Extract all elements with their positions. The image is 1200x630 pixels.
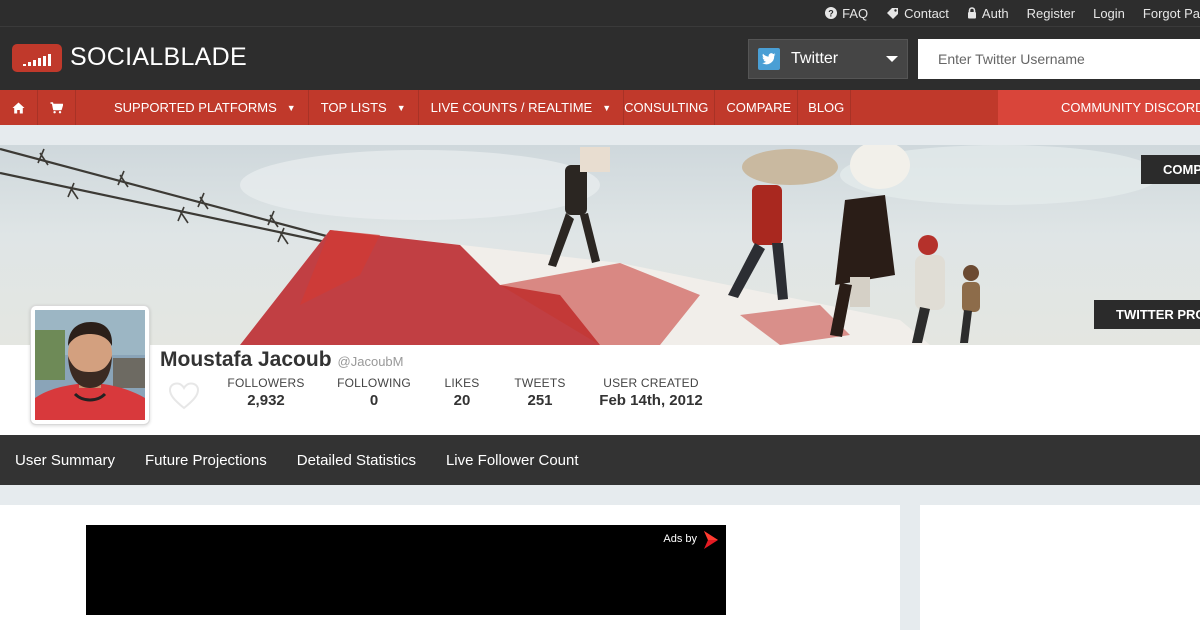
faq-label: FAQ bbox=[842, 5, 869, 21]
stat-following: FOLLOWING 0 bbox=[334, 376, 414, 409]
socialblade-logo[interactable]: SOCIALBLADE bbox=[12, 43, 247, 72]
compare-button[interactable]: COMPA bbox=[1141, 155, 1200, 184]
stat-label: FOLLOWERS bbox=[227, 376, 305, 390]
utility-links: ? FAQ Contact Auth Register Login Forgot… bbox=[825, 0, 1200, 26]
avatar-photo bbox=[35, 310, 145, 420]
stat-label: USER CREATED bbox=[603, 376, 699, 390]
auth-link[interactable]: Auth bbox=[967, 6, 1009, 21]
cart-icon bbox=[50, 101, 63, 113]
heart-icon[interactable] bbox=[168, 382, 200, 410]
tab-live-follower-count[interactable]: Live Follower Count bbox=[446, 452, 579, 469]
stat-likes: LIKES 20 bbox=[440, 376, 484, 409]
username-search-input[interactable] bbox=[918, 39, 1200, 79]
tab-future-projections[interactable]: Future Projections bbox=[145, 452, 267, 469]
tab-detailed-statistics[interactable]: Detailed Statistics bbox=[297, 452, 416, 469]
twitter-profile-button[interactable]: TWITTER PROF bbox=[1094, 300, 1200, 329]
forgot-password-link[interactable]: Forgot Pa bbox=[1143, 6, 1200, 21]
auth-label: Auth bbox=[981, 5, 1009, 21]
question-icon: ? bbox=[825, 7, 838, 19]
stat-label: TWEETS bbox=[514, 376, 566, 390]
stat-label: LIKES bbox=[444, 376, 480, 390]
twitter-icon bbox=[758, 48, 780, 70]
profile-handle[interactable]: @JacoubM bbox=[338, 354, 404, 369]
profile-name: Moustafa Jacoub bbox=[160, 348, 332, 371]
chevron-down-icon bbox=[886, 56, 898, 62]
nav-compare[interactable]: COMPARE bbox=[715, 90, 799, 125]
nav-live-counts-label: LIVE COUNTS / REALTIME bbox=[430, 100, 593, 115]
tab-user-summary[interactable]: User Summary bbox=[15, 452, 115, 469]
home-icon bbox=[12, 102, 25, 113]
site-header: SOCIALBLADE Twitter bbox=[0, 26, 1200, 90]
stat-label: FOLLOWING bbox=[337, 376, 411, 390]
profile-name-row: Moustafa Jacoub @JacoubM bbox=[160, 348, 403, 372]
ad-banner[interactable]: Ads by bbox=[86, 525, 726, 615]
nav-store[interactable] bbox=[38, 90, 76, 125]
avatar bbox=[30, 305, 150, 425]
stat-value: 0 bbox=[369, 392, 379, 409]
register-link[interactable]: Register bbox=[1027, 6, 1075, 21]
stat-value: Feb 14th, 2012 bbox=[599, 392, 703, 409]
stat-value: 20 bbox=[453, 392, 471, 409]
nav-top-lists-label: TOP LISTS bbox=[320, 100, 387, 115]
community-discord-link[interactable]: COMMUNITY DISCORD bbox=[998, 90, 1200, 125]
profile-subnav: User Summary Future Projections Detailed… bbox=[0, 435, 1200, 485]
nav-consulting[interactable]: CONSULTING bbox=[624, 90, 716, 125]
faq-link[interactable]: ? FAQ bbox=[825, 6, 868, 21]
stat-followers: FOLLOWERS 2,932 bbox=[224, 376, 308, 409]
stat-user-created: USER CREATED Feb 14th, 2012 bbox=[596, 376, 706, 409]
nav-live-counts[interactable]: LIVE COUNTS / REALTIME ▼ bbox=[419, 90, 625, 125]
platform-select[interactable]: Twitter bbox=[748, 39, 908, 79]
nav-supported-platforms-label: SUPPORTED PLATFORMS bbox=[114, 100, 277, 115]
svg-text:?: ? bbox=[828, 8, 834, 18]
contact-link[interactable]: Contact bbox=[886, 6, 949, 21]
main-nav: SUPPORTED PLATFORMS ▼ TOP LISTS ▼ LIVE C… bbox=[0, 90, 1200, 125]
content-side-panel bbox=[920, 505, 1200, 630]
nav-supported-platforms[interactable]: SUPPORTED PLATFORMS ▼ bbox=[76, 90, 309, 125]
stat-tweets: TWEETS 251 bbox=[510, 376, 570, 409]
login-link[interactable]: Login bbox=[1093, 6, 1125, 21]
utility-bar: ? FAQ Contact Auth Register Login Forgot… bbox=[0, 0, 1200, 26]
stat-value: 2,932 bbox=[247, 392, 285, 409]
banner-illustration bbox=[0, 145, 1160, 345]
nav-home[interactable] bbox=[0, 90, 38, 125]
nav-top-lists[interactable]: TOP LISTS ▼ bbox=[309, 90, 419, 125]
platform-label: Twitter bbox=[791, 50, 839, 67]
caret-down-icon: ▼ bbox=[396, 102, 406, 113]
lock-icon bbox=[967, 7, 976, 19]
tag-icon bbox=[887, 7, 899, 19]
contact-label: Contact bbox=[904, 5, 949, 21]
signal-bars-icon bbox=[12, 43, 62, 72]
caret-down-icon: ▼ bbox=[602, 102, 612, 113]
nav-blog[interactable]: BLOG bbox=[798, 90, 852, 125]
caret-down-icon: ▼ bbox=[286, 102, 296, 113]
ad-provider-icon[interactable] bbox=[702, 530, 720, 550]
logo-text: SOCIALBLADE bbox=[70, 43, 247, 71]
stat-value: 251 bbox=[527, 392, 553, 409]
profile-banner: COMPA TWITTER PROF bbox=[0, 145, 1200, 345]
ad-label: Ads by bbox=[663, 533, 697, 545]
